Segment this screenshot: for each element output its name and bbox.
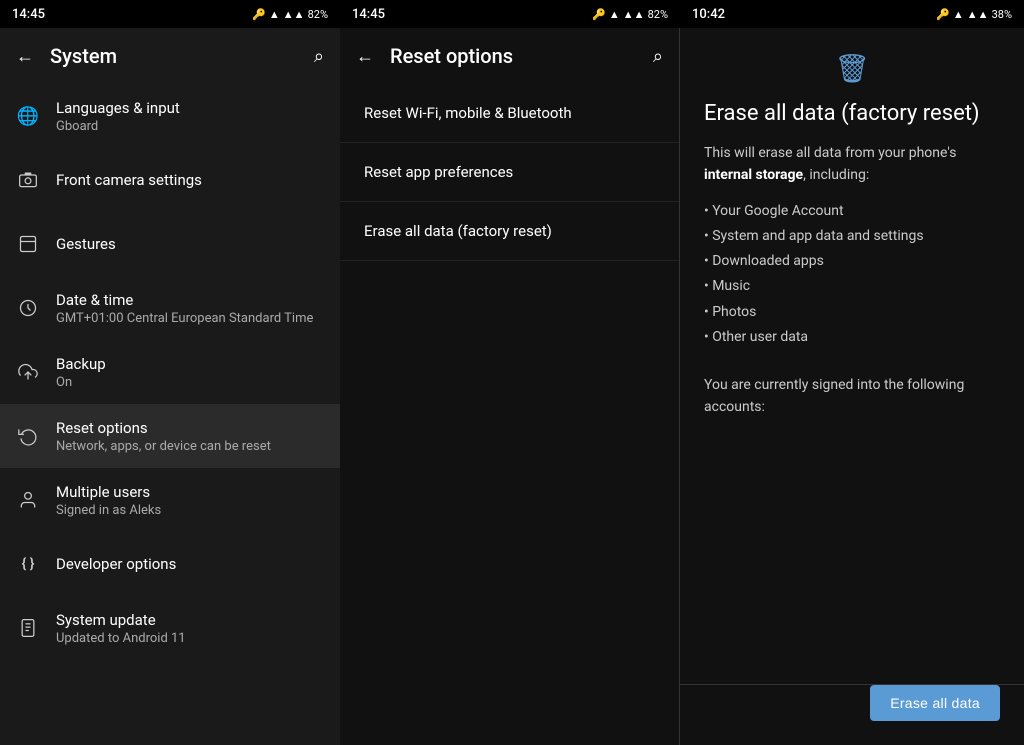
erase-desc-prefix: This will erase all data from your phone… — [704, 145, 956, 161]
key-icon-left: 🔑 — [252, 8, 266, 21]
reset-app-prefs-label: Reset app preferences — [364, 163, 513, 181]
reset-options-back-button[interactable]: ← — [356, 46, 374, 67]
languages-icon: 🌐 — [16, 104, 40, 128]
panel-system: ← System ⌕ 🌐 Languages & input Gboard Fr… — [0, 28, 340, 745]
status-panel-middle: 14:45 🔑 ▲ ▲▲ 82% — [340, 0, 680, 28]
date-time-icon — [16, 296, 40, 320]
status-time-right: 10:42 — [692, 7, 725, 22]
status-time-middle: 14:45 — [352, 7, 385, 22]
wifi-icon-right: ▲ — [953, 8, 964, 21]
system-back-button[interactable]: ← — [16, 46, 34, 67]
wifi-icon-middle: ▲ — [609, 8, 620, 21]
sidebar-item-date-time[interactable]: Date & time GMT+01:00 Central European S… — [0, 276, 340, 340]
status-icons-left: 🔑 ▲ ▲▲ 82% — [252, 8, 328, 21]
developer-options-icon: { } — [16, 552, 40, 576]
system-update-subtitle: Updated to Android 11 — [56, 631, 324, 646]
factory-reset-label: Erase all data (factory reset) — [364, 222, 552, 240]
key-icon-middle: 🔑 — [592, 8, 606, 21]
status-time-left: 14:45 — [12, 7, 45, 22]
signal-icon-middle: ▲▲ — [623, 8, 645, 21]
trash-icon-area: 🗑 — [704, 52, 1000, 85]
erase-all-data-button[interactable]: Erase all data — [870, 685, 1000, 721]
status-panel-right: 10:42 🔑 ▲ ▲▲ 38% — [680, 0, 1024, 28]
list-item-photos: • Photos — [704, 300, 1000, 325]
factory-reset-option[interactable]: Erase all data (factory reset) — [340, 202, 679, 261]
list-item-google: • Your Google Account — [704, 199, 1000, 224]
battery-left: 82% — [308, 8, 328, 21]
signal-icon-right: ▲▲ — [967, 8, 989, 21]
developer-options-title: Developer options — [56, 555, 324, 573]
front-camera-icon — [16, 168, 40, 192]
list-item-user-data: • Other user data — [704, 325, 1000, 350]
list-item-music: • Music — [704, 274, 1000, 299]
system-update-title: System update — [56, 611, 324, 629]
panel-erase-detail: 🗑 Erase all data (factory reset) This wi… — [680, 28, 1024, 745]
multiple-users-title: Multiple users — [56, 483, 324, 501]
erase-description: This will erase all data from your phone… — [704, 142, 1000, 187]
system-search-button[interactable]: ⌕ — [314, 46, 324, 67]
reset-wifi-label: Reset Wi-Fi, mobile & Bluetooth — [364, 104, 572, 122]
backup-title: Backup — [56, 355, 324, 373]
erase-desc-bold: internal storage — [704, 167, 803, 183]
status-bar: 14:45 🔑 ▲ ▲▲ 82% 14:45 🔑 ▲ ▲▲ 82% 10:42 … — [0, 0, 1024, 28]
multiple-users-icon — [16, 488, 40, 512]
system-update-icon — [16, 616, 40, 640]
languages-title: Languages & input — [56, 99, 324, 117]
reset-options-icon — [16, 424, 40, 448]
sidebar-item-front-camera[interactable]: Front camera settings — [0, 148, 340, 212]
reset-options-header: ← Reset options ⌕ — [340, 28, 679, 84]
status-icons-right: 🔑 ▲ ▲▲ 38% — [936, 8, 1012, 21]
key-icon-right: 🔑 — [936, 8, 950, 21]
erase-button-row: Erase all data — [870, 685, 1000, 721]
front-camera-title: Front camera settings — [56, 171, 324, 189]
sidebar-item-developer-options[interactable]: { } Developer options — [0, 532, 340, 596]
battery-middle: 82% — [648, 8, 668, 21]
sidebar-item-gestures[interactable]: Gestures — [0, 212, 340, 276]
panel-reset-options: ← Reset options ⌕ Reset Wi-Fi, mobile & … — [340, 28, 680, 745]
trash-icon: 🗑 — [834, 52, 870, 85]
status-panel-left: 14:45 🔑 ▲ ▲▲ 82% — [0, 0, 340, 28]
gestures-title: Gestures — [56, 235, 324, 253]
erase-title: Erase all data (factory reset) — [704, 101, 1000, 126]
sidebar-item-backup[interactable]: Backup On — [0, 340, 340, 404]
reset-wifi-option[interactable]: Reset Wi-Fi, mobile & Bluetooth — [340, 84, 679, 143]
reset-options-search-button[interactable]: ⌕ — [653, 46, 663, 67]
sidebar-item-multiple-users[interactable]: Multiple users Signed in as Aleks — [0, 468, 340, 532]
system-header: ← System ⌕ — [0, 28, 340, 84]
languages-subtitle: Gboard — [56, 119, 324, 134]
reset-options-subtitle: Network, apps, or device can be reset — [56, 439, 324, 454]
erase-list: • Your Google Account • System and app d… — [704, 199, 1000, 350]
battery-right: 38% — [992, 8, 1012, 21]
list-item-apps: • Downloaded apps — [704, 249, 1000, 274]
sidebar-item-languages[interactable]: 🌐 Languages & input Gboard — [0, 84, 340, 148]
signed-in-text: You are currently signed into the follow… — [704, 377, 964, 415]
sidebar-item-system-update[interactable]: System update Updated to Android 11 — [0, 596, 340, 660]
sidebar-item-reset-options[interactable]: Reset options Network, apps, or device c… — [0, 404, 340, 468]
main-area: ← System ⌕ 🌐 Languages & input Gboard Fr… — [0, 28, 1024, 745]
erase-desc-suffix: , including: — [803, 167, 869, 183]
signal-icon-left: ▲▲ — [283, 8, 305, 21]
backup-icon — [16, 360, 40, 384]
backup-subtitle: On — [56, 375, 324, 390]
reset-options-title-header: Reset options — [390, 44, 637, 68]
system-title: System — [50, 44, 298, 68]
reset-options-title: Reset options — [56, 419, 324, 437]
multiple-users-subtitle: Signed in as Aleks — [56, 503, 324, 518]
gestures-icon — [16, 232, 40, 256]
status-icons-middle: 🔑 ▲ ▲▲ 82% — [592, 8, 668, 21]
date-time-title: Date & time — [56, 291, 324, 309]
signed-in-section: You are currently signed into the follow… — [704, 374, 1000, 419]
date-time-subtitle: GMT+01:00 Central European Standard Time — [56, 311, 324, 326]
reset-app-prefs-option[interactable]: Reset app preferences — [340, 143, 679, 202]
wifi-icon-left: ▲ — [269, 8, 280, 21]
list-item-system: • System and app data and settings — [704, 224, 1000, 249]
